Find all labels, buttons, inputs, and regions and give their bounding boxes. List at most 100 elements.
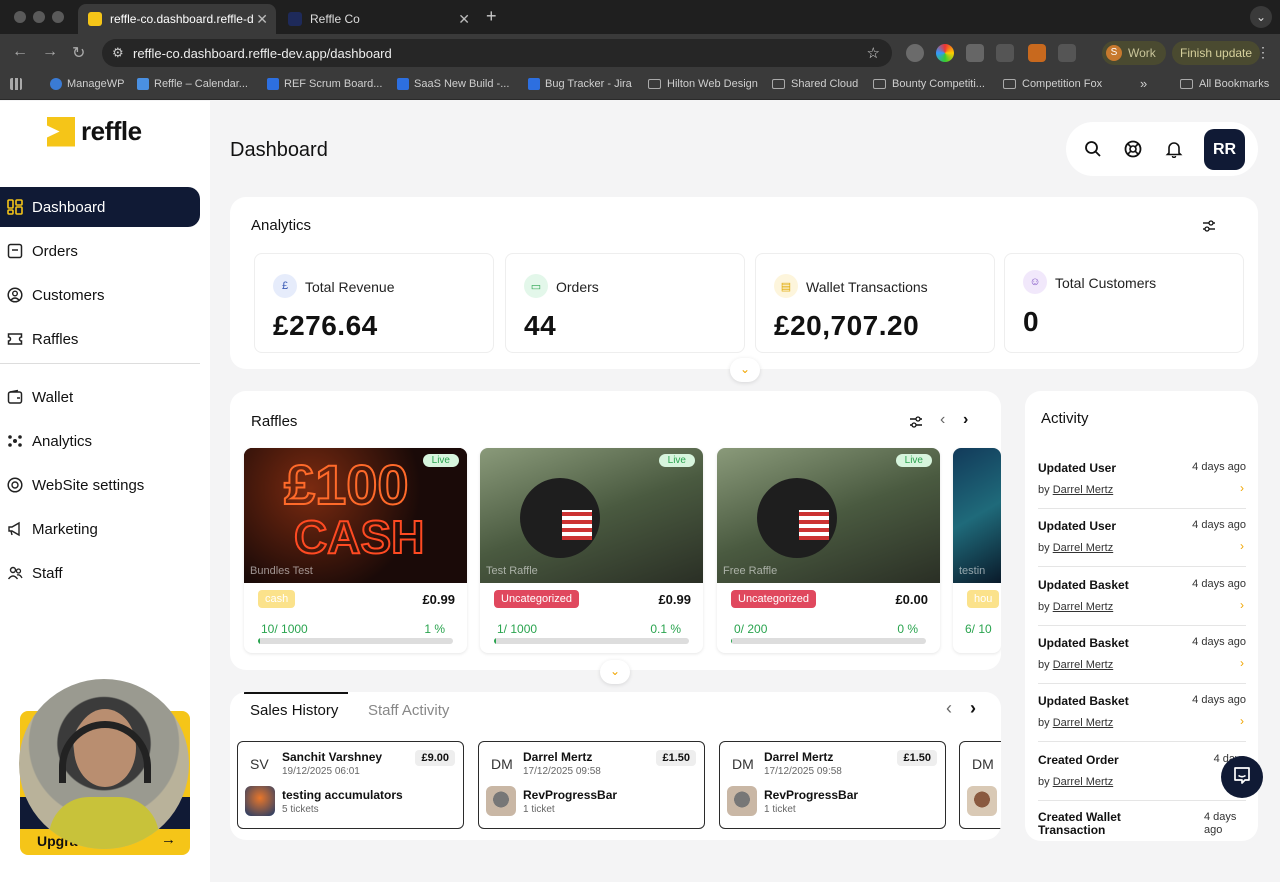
back-icon[interactable]: ←: [12, 43, 28, 61]
activity-user-link[interactable]: Darrel Mertz: [1053, 484, 1114, 496]
activity-item[interactable]: Updated Basket 4 days ago by Darrel Mert…: [1038, 568, 1246, 626]
sidebar-item-customers[interactable]: Customers: [0, 275, 200, 315]
address-bar[interactable]: ⚙ reffle-co.dashboard.reffle-dev.app/das…: [102, 39, 892, 67]
activity-item[interactable]: Updated Basket 4 days ago by Darrel Mert…: [1038, 684, 1246, 742]
chevron-left-icon[interactable]: ‹: [940, 411, 945, 429]
chat-support-button[interactable]: [1221, 756, 1263, 798]
raffle-card[interactable]: £100 CASH Live Bundles Test cash £0.99 1…: [244, 448, 467, 653]
webcam-person-body: [49, 797, 159, 849]
sale-date: 17/12/2025 09:58: [523, 766, 601, 777]
extension-icon[interactable]: [906, 44, 924, 62]
bookmark-star-icon[interactable]: ☆: [867, 44, 880, 62]
close-tab-icon[interactable]: ✕: [256, 11, 268, 28]
stat-wallet-transactions: ▤ Wallet Transactions £20,707.20: [755, 253, 995, 353]
sale-card[interactable]: DM Darrel Mertz 17/12/2025 09:58 £1.50 R…: [719, 741, 946, 829]
close-tab-icon[interactable]: ✕: [458, 11, 470, 28]
site-info-icon[interactable]: ⚙: [112, 45, 124, 61]
minimize-window-button[interactable]: [33, 11, 45, 23]
forward-icon[interactable]: →: [42, 43, 58, 61]
activity-item[interactable]: Updated User 4 days ago by Darrel Mertz …: [1038, 509, 1246, 567]
raffles-title: Raffles: [251, 413, 298, 430]
bookmark-item[interactable]: SaaS New Build -...: [397, 78, 509, 90]
pen-icon[interactable]: [996, 44, 1014, 62]
extension-icon[interactable]: [1028, 44, 1046, 62]
browser-tab-dashboard[interactable]: reffle-co.dashboard.reffle-de ✕: [78, 4, 276, 34]
tab-search-icon[interactable]: ⌄: [1250, 6, 1272, 28]
activity-user-link[interactable]: Darrel Mertz: [1053, 717, 1114, 729]
activity-item[interactable]: Created Order 4 days by Darrel Mertz: [1038, 743, 1246, 801]
chevron-right-icon: ›: [1240, 539, 1244, 553]
activity-user-link[interactable]: Darrel Mertz: [1053, 542, 1114, 554]
activity-user-link[interactable]: Darrel Mertz: [1053, 601, 1114, 613]
reload-icon[interactable]: ↻: [72, 43, 85, 63]
category-badge: Uncategorized: [731, 590, 816, 608]
search-icon[interactable]: [1083, 139, 1103, 159]
finish-update-button[interactable]: Finish update: [1172, 41, 1261, 65]
bookmark-folder[interactable]: Hilton Web Design: [648, 78, 758, 90]
sidebar-item-analytics[interactable]: Analytics: [0, 421, 200, 461]
bell-icon[interactable]: [1164, 139, 1184, 159]
filter-icon[interactable]: [909, 415, 923, 434]
tab-sales-history[interactable]: Sales History: [250, 702, 338, 719]
raffle-card[interactable]: testin hou 6/ 10: [953, 448, 1001, 653]
sold-percentage: 1 %: [424, 622, 445, 636]
category-badge: cash: [258, 590, 296, 608]
chevron-down-icon[interactable]: ⌄: [600, 660, 630, 684]
sidebar-item-website-settings[interactable]: WebSite settings: [0, 465, 200, 505]
sidebar-item-orders[interactable]: Orders: [0, 231, 200, 271]
bookmark-folder[interactable]: Competition Fox: [1003, 78, 1102, 90]
browser-toolbar: ← → ↻ ⚙ reffle-co.dashboard.reffle-dev.a…: [0, 34, 1280, 72]
sidebar-item-wallet[interactable]: Wallet: [0, 377, 200, 417]
bookmark-folder[interactable]: Shared Cloud: [772, 78, 858, 90]
browser-menu-icon[interactable]: ⋮: [1256, 44, 1270, 61]
new-tab-icon[interactable]: +: [486, 6, 497, 27]
activity-user-link[interactable]: Darrel Mertz: [1053, 659, 1114, 671]
bookmark-item[interactable]: Reffle – Calendar...: [137, 78, 248, 90]
filter-icon[interactable]: [1202, 219, 1216, 238]
activity-item[interactable]: Updated User 4 days ago by Darrel Mertz …: [1038, 451, 1246, 509]
user-avatar[interactable]: RR: [1204, 129, 1245, 170]
bookmark-folder[interactable]: Bounty Competiti...: [873, 78, 985, 90]
extension-icon[interactable]: [966, 44, 984, 62]
sale-card[interactable]: SV Sanchit Varshney 19/12/2025 06:01 £9.…: [237, 741, 464, 829]
puzzle-icon[interactable]: [1058, 44, 1076, 62]
chevron-right-icon[interactable]: ›: [963, 411, 968, 429]
reffle-co-favicon-icon: [288, 12, 302, 26]
extension-icon[interactable]: [936, 44, 954, 62]
sidebar-divider: [0, 363, 200, 364]
sidebar-item-raffles[interactable]: Raffles: [0, 319, 200, 359]
activity-item[interactable]: Updated Basket 4 days ago by Darrel Mert…: [1038, 626, 1246, 684]
raffle-card[interactable]: Live Test Raffle Uncategorized £0.99 1/ …: [480, 448, 703, 653]
sidebar-item-staff[interactable]: Staff: [0, 553, 200, 593]
reffle-logo[interactable]: reffle: [47, 116, 142, 147]
chevron-down-icon[interactable]: ⌄: [730, 358, 760, 382]
bookmark-item[interactable]: ManageWP: [50, 78, 124, 90]
tab-staff-activity[interactable]: Staff Activity: [368, 702, 449, 719]
sidebar-item-label: WebSite settings: [32, 476, 145, 494]
profile-button[interactable]: S Work: [1102, 41, 1166, 65]
sidebar-item-label: Dashboard: [32, 198, 106, 216]
arrow-right-icon: →: [161, 831, 176, 848]
folder-icon: [648, 79, 661, 89]
sidebar-item-dashboard[interactable]: Dashboard: [0, 187, 200, 227]
bookmarks-overflow-icon[interactable]: »: [1140, 76, 1147, 91]
bookmark-item[interactable]: REF Scrum Board...: [267, 78, 382, 90]
help-lifebuoy-icon[interactable]: [1123, 139, 1143, 159]
raffle-card[interactable]: Live Free Raffle Uncategorized £0.00 0/ …: [717, 448, 940, 653]
chevron-right-icon[interactable]: ›: [970, 698, 976, 719]
raffle-name: Free Raffle: [723, 565, 778, 577]
apps-grid-icon[interactable]: [10, 78, 27, 90]
activity-item[interactable]: Created Wallet Transaction 4 days ago: [1038, 801, 1246, 841]
sale-card[interactable]: DM Darrel Mertz 17/12/2025 09:58 £1.50 R…: [478, 741, 705, 829]
zoom-window-button[interactable]: [52, 11, 64, 23]
sidebar-item-marketing[interactable]: Marketing: [0, 509, 200, 549]
stat-value: £276.64: [273, 310, 378, 341]
chevron-left-icon[interactable]: ‹: [946, 698, 952, 719]
all-bookmarks-folder[interactable]: All Bookmarks: [1180, 78, 1269, 90]
sale-card[interactable]: DM: [959, 741, 1001, 829]
live-badge: Live: [658, 454, 695, 467]
browser-tab-reffle-co[interactable]: Reffle Co ✕: [278, 4, 478, 34]
activity-user-link[interactable]: Darrel Mertz: [1053, 776, 1114, 788]
bookmark-item[interactable]: Bug Tracker - Jira: [528, 78, 632, 90]
close-window-button[interactable]: [14, 11, 26, 23]
